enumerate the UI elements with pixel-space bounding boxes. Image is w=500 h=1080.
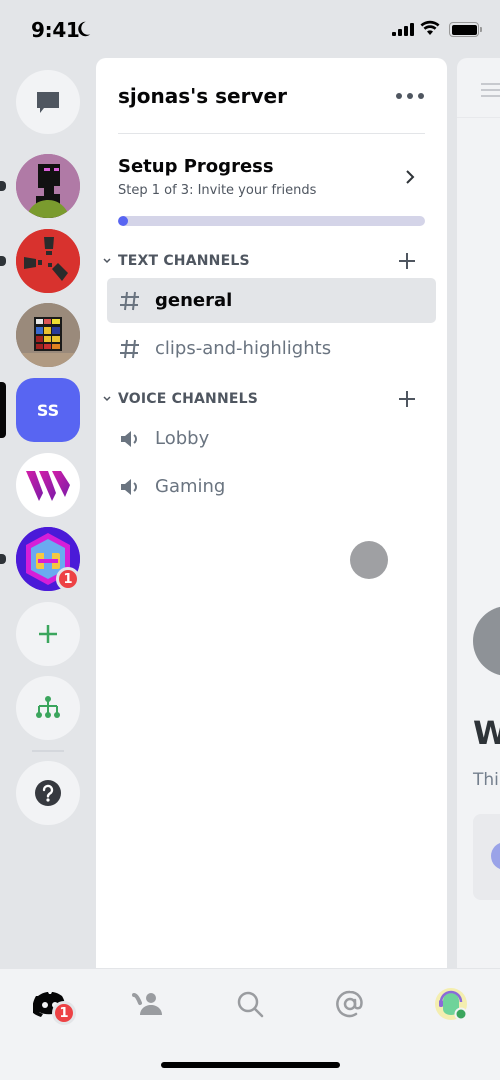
chevron-right-icon bbox=[406, 170, 415, 184]
speaker-icon bbox=[119, 476, 141, 498]
chevron-down-icon bbox=[103, 258, 111, 264]
unread-indicator bbox=[0, 256, 6, 266]
server-w[interactable] bbox=[16, 453, 80, 517]
server-name[interactable]: sjonas's server bbox=[118, 84, 287, 108]
unread-indicator bbox=[0, 554, 6, 564]
chevron-down-icon bbox=[103, 396, 111, 402]
setup-subtitle: Step 1 of 3: Invite your friends bbox=[118, 183, 317, 198]
server-sjonas[interactable]: SS bbox=[16, 378, 80, 442]
channel-clips-and-highlights[interactable]: clips-and-highlights bbox=[107, 326, 436, 371]
wifi-icon bbox=[420, 20, 440, 35]
status-bar: 9:41 bbox=[0, 0, 500, 58]
channel-gaming[interactable]: Gaming bbox=[107, 464, 436, 509]
category-label: VOICE CHANNELS bbox=[118, 391, 259, 407]
sidebar-separator bbox=[32, 750, 64, 752]
welcome-heading: W bbox=[473, 714, 500, 752]
setup-title: Setup Progress bbox=[118, 156, 274, 177]
search-icon bbox=[237, 991, 264, 1018]
hashtag-icon bbox=[119, 290, 141, 312]
home-indicator bbox=[161, 1062, 340, 1068]
battery-icon bbox=[449, 22, 482, 37]
cellular-signal-icon bbox=[392, 23, 414, 36]
w-logo-avatar bbox=[26, 471, 70, 501]
hamburger-icon[interactable] bbox=[481, 83, 500, 101]
server-rubiks[interactable] bbox=[16, 303, 80, 367]
rust-logo-avatar bbox=[16, 229, 80, 293]
channel-general[interactable]: general bbox=[107, 278, 436, 323]
direct-messages-button[interactable] bbox=[16, 70, 80, 134]
explore-hub-icon bbox=[36, 696, 60, 718]
plus-icon bbox=[39, 625, 57, 643]
tab-profile[interactable] bbox=[431, 987, 471, 1021]
tab-friends[interactable] bbox=[128, 987, 168, 1021]
header-divider bbox=[118, 133, 425, 134]
add-server-button[interactable] bbox=[16, 602, 80, 666]
speaker-icon bbox=[119, 428, 141, 450]
progress-fill bbox=[118, 216, 128, 226]
at-sign-icon bbox=[336, 990, 363, 1018]
channel-panel: sjonas's server Setup Progress Step 1 of… bbox=[96, 58, 447, 968]
server-sidebar: SS 1 bbox=[0, 58, 96, 968]
welcome-card[interactable] bbox=[473, 814, 500, 900]
help-icon bbox=[35, 780, 61, 806]
moon-icon bbox=[78, 21, 91, 37]
notification-badge: 1 bbox=[52, 1001, 76, 1025]
chat-header bbox=[457, 58, 500, 118]
add-channel-icon[interactable] bbox=[398, 252, 416, 270]
mention-badge: 1 bbox=[56, 567, 80, 591]
selected-server-indicator bbox=[0, 382, 6, 438]
add-channel-icon[interactable] bbox=[398, 390, 416, 408]
rubiks-cube-avatar bbox=[16, 303, 80, 367]
ellipsis-icon[interactable] bbox=[396, 86, 424, 106]
touch-indicator bbox=[350, 541, 388, 579]
server-rust[interactable] bbox=[16, 229, 80, 293]
setup-progress-bar bbox=[118, 216, 425, 226]
help-button[interactable] bbox=[16, 761, 80, 825]
server-initials: SS bbox=[36, 400, 60, 420]
unread-indicator bbox=[0, 181, 6, 191]
channel-name: Gaming bbox=[155, 476, 226, 497]
enderman-avatar bbox=[16, 154, 80, 218]
hashtag-icon bbox=[119, 338, 141, 360]
status-time: 9:41 bbox=[31, 18, 80, 42]
welcome-icon bbox=[473, 606, 500, 676]
explore-servers-button[interactable] bbox=[16, 676, 80, 740]
welcome-text: Thi bbox=[473, 770, 499, 790]
chat-panel-peek[interactable]: W Thi bbox=[457, 58, 500, 968]
channel-name: general bbox=[155, 290, 233, 311]
tab-mentions[interactable] bbox=[330, 987, 370, 1021]
user-avatar bbox=[435, 988, 468, 1021]
channel-lobby[interactable]: Lobby bbox=[107, 416, 436, 461]
channel-name: clips-and-highlights bbox=[155, 338, 332, 359]
tab-search[interactable] bbox=[230, 987, 270, 1021]
friends-icon bbox=[132, 993, 162, 1015]
chat-bubble-icon bbox=[37, 92, 59, 113]
channel-name: Lobby bbox=[155, 428, 210, 449]
category-text-channels[interactable]: TEXT CHANNELS bbox=[102, 250, 432, 272]
server-enderman[interactable] bbox=[16, 154, 80, 218]
category-label: TEXT CHANNELS bbox=[118, 253, 250, 269]
category-voice-channels[interactable]: VOICE CHANNELS bbox=[102, 388, 432, 410]
